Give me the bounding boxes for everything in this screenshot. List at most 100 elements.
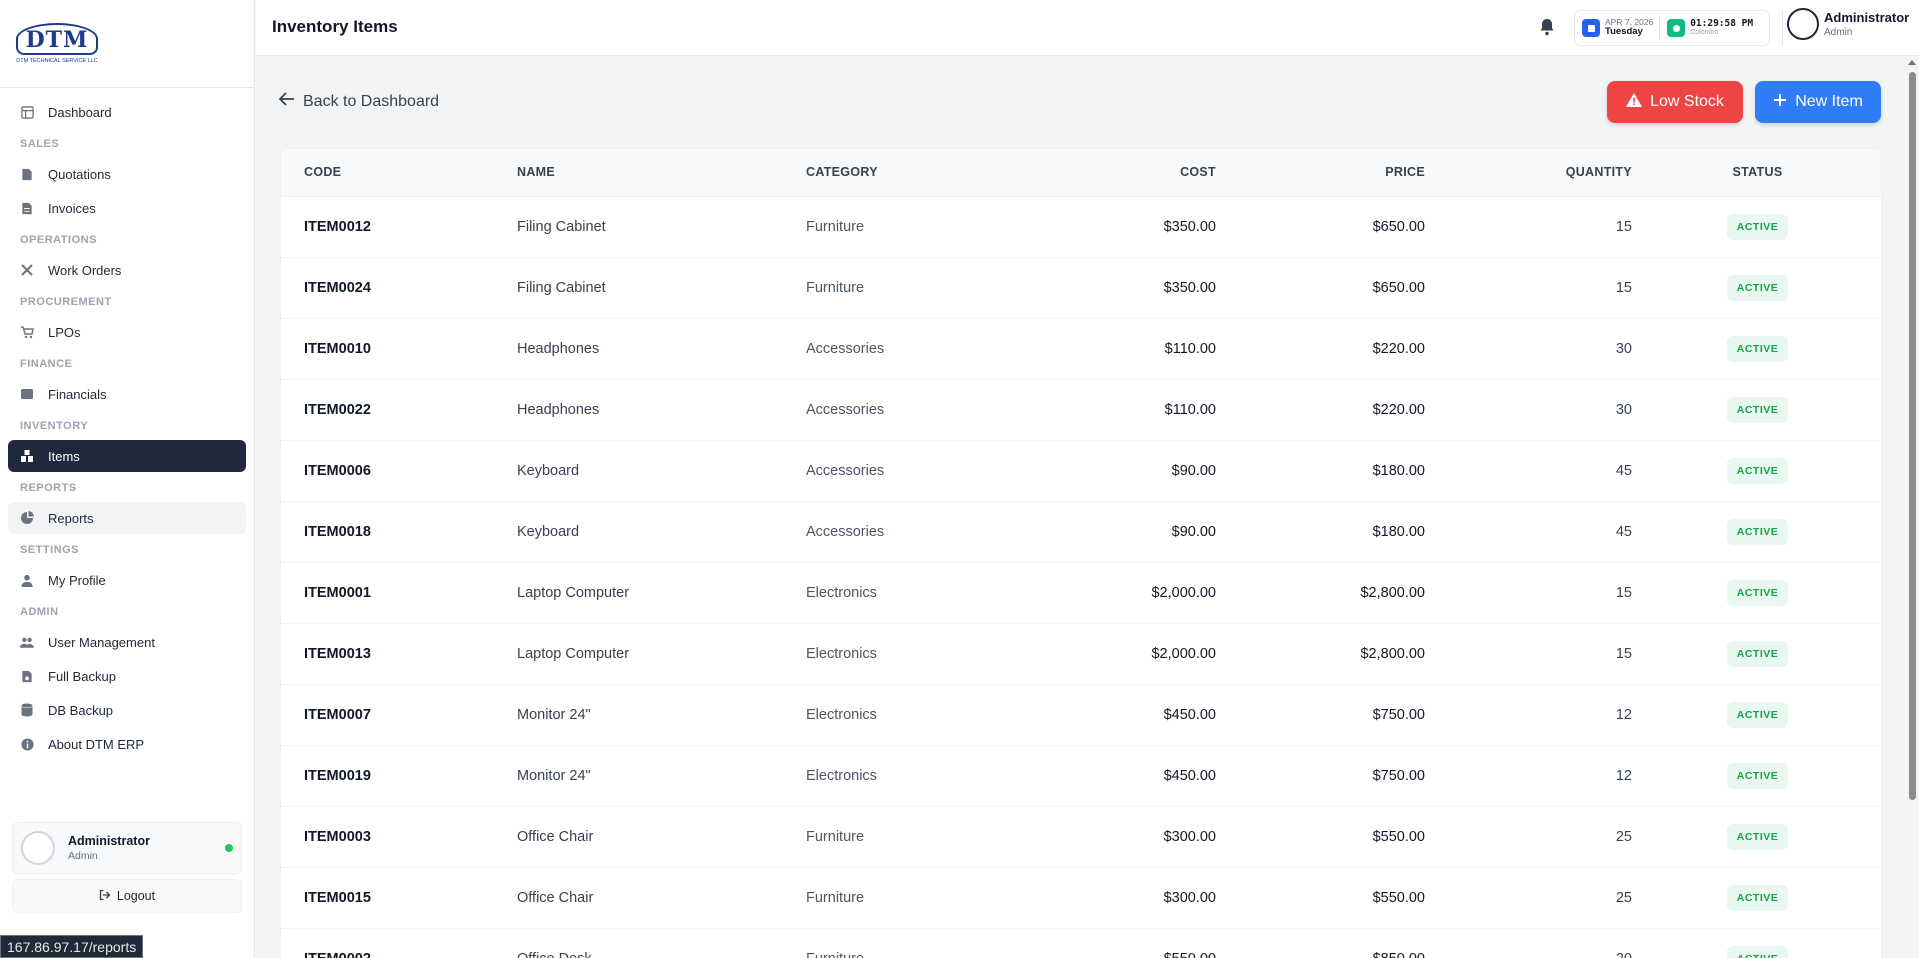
sidebar-section-inventory: INVENTORY (20, 420, 89, 432)
cell-quantity: 15 (1615, 218, 1632, 235)
sidebar-item-user-management[interactable]: User Management (8, 626, 246, 658)
column-header-cost[interactable]: COST (1038, 149, 1216, 197)
sidebar-section-admin: ADMIN (20, 606, 59, 618)
cell-cost: $450.00 (1163, 767, 1216, 784)
users-icon (20, 635, 34, 649)
online-status-dot (225, 844, 233, 852)
cell-price: $220.00 (1372, 401, 1425, 418)
column-header-category[interactable]: CATEGORY (806, 149, 1038, 197)
status-badge: ACTIVE (1726, 579, 1789, 606)
table-row[interactable]: ITEM0019 Monitor 24" Electronics $450.00 $75… (281, 745, 1881, 806)
current-time: 01:29:58 PM (1690, 17, 1754, 29)
table-row[interactable]: ITEM0018 Keyboard Accessories $90.00 $180.00… (281, 501, 1881, 562)
status-badge: ACTIVE (1726, 640, 1789, 667)
cell-code: ITEM0019 (304, 767, 371, 784)
bell-icon[interactable] (1539, 18, 1557, 36)
cell-status: ACTIVE (1632, 684, 1881, 745)
cell-code: ITEM0003 (304, 828, 371, 845)
sidebar-item-db-backup[interactable]: DB Backup (8, 694, 246, 726)
cell-cost: $90.00 (1171, 462, 1216, 479)
boxes-icon (20, 449, 34, 463)
cell-cost: $450.00 (1163, 706, 1216, 723)
column-header-price[interactable]: PRICE (1216, 149, 1425, 197)
sidebar-item-lpos[interactable]: LPOs (8, 316, 246, 348)
sidebar-item-my-profile[interactable]: My Profile (8, 564, 246, 596)
sidebar-item-label: Quotations (48, 166, 111, 182)
table-row[interactable]: ITEM0012 Filing Cabinet Furniture $350.00 $6… (281, 196, 1881, 257)
sidebar-item-financials[interactable]: Financials (8, 378, 246, 410)
status-badge: ACTIVE (1726, 335, 1789, 362)
low-stock-button[interactable]: Low Stock (1607, 81, 1743, 123)
divider (1782, 10, 1783, 46)
sidebar-user-name: Administrator (68, 834, 150, 848)
cell-price: $2,800.00 (1360, 584, 1425, 601)
date-time-widget: APR 7, 2026 Tuesday 01:29:58 PM Colombo (1574, 10, 1770, 46)
sidebar-item-dashboard[interactable]: Dashboard (8, 96, 246, 128)
new-item-button[interactable]: New Item (1755, 81, 1881, 123)
sidebar-item-label: Dashboard (48, 104, 112, 120)
table-header-row: CODE NAME CATEGORY COST PRICE QUANTITY S… (281, 149, 1881, 197)
table-row[interactable]: ITEM0001 Laptop Computer Electronics $2,000… (281, 562, 1881, 623)
wallet-icon (20, 387, 34, 401)
sidebar-section-operations: OPERATIONS (20, 234, 97, 246)
cell-name: Filing Cabinet (517, 279, 606, 296)
calendar-icon (1582, 19, 1600, 37)
tools-icon (20, 263, 34, 277)
table-row[interactable]: ITEM0006 Keyboard Accessories $90.00 $180.00… (281, 440, 1881, 501)
cell-name: Monitor 24" (517, 706, 591, 723)
sidebar-section-finance: FINANCE (20, 358, 73, 370)
header-user-menu[interactable]: Administrator Admin (1787, 8, 1909, 40)
sidebar-item-quotations[interactable]: Quotations (8, 158, 246, 190)
cell-cost: $110.00 (1164, 340, 1216, 357)
sidebar-item-full-backup[interactable]: Full Backup (8, 660, 246, 692)
cell-code: ITEM0018 (304, 523, 371, 540)
pie-chart-icon (20, 511, 34, 525)
cell-status: ACTIVE (1632, 867, 1881, 928)
table-row[interactable]: ITEM0015 Office Chair Furniture $300.00 $550… (281, 867, 1881, 928)
logout-button[interactable]: Logout (12, 879, 242, 913)
back-link-label: Back to Dashboard (303, 92, 440, 110)
column-header-code[interactable]: CODE (281, 149, 517, 197)
scrollbar-thumb[interactable] (1909, 72, 1916, 800)
table-row[interactable]: ITEM0024 Filing Cabinet Furniture $350.00 $6… (281, 257, 1881, 318)
column-header-quantity[interactable]: QUANTITY (1425, 149, 1632, 197)
sidebar-item-label: My Profile (48, 572, 106, 588)
header-user-name: Administrator (1824, 10, 1910, 25)
cell-price: $550.00 (1372, 889, 1425, 906)
info-icon (20, 737, 34, 751)
sidebar-item-invoices[interactable]: Invoices (8, 192, 246, 224)
cell-price: $750.00 (1372, 706, 1425, 723)
status-badge: ACTIVE (1726, 213, 1789, 240)
column-header-name[interactable]: NAME (517, 149, 806, 197)
sidebar-item-label: Reports (48, 510, 94, 526)
company-logo[interactable]: DTM DTM TECHNICAL SERVICE LLC (15, 18, 99, 70)
status-badge: ACTIVE (1726, 274, 1789, 301)
table-row[interactable]: ITEM0013 Laptop Computer Electronics $2,000… (281, 623, 1881, 684)
cell-status: ACTIVE (1632, 196, 1881, 257)
table-row[interactable]: ITEM0010 Headphones Accessories $110.00 $220… (281, 318, 1881, 379)
sidebar: DTM DTM TECHNICAL SERVICE LLC Dashboard S… (0, 0, 255, 958)
sidebar-user-card[interactable]: Administrator Admin (12, 822, 242, 874)
sidebar-item-reports[interactable]: Reports (8, 502, 246, 534)
warning-icon (1626, 92, 1643, 112)
status-badge: ACTIVE (1726, 945, 1789, 958)
cell-code: ITEM0012 (304, 218, 371, 235)
cell-price: $850.00 (1216, 928, 1425, 958)
grid-icon (20, 105, 34, 119)
cell-name: Laptop Computer (517, 584, 630, 601)
scroll-up-icon[interactable] (1908, 60, 1916, 65)
table-row[interactable]: ITEM0022 Headphones Accessories $110.00 $220… (281, 379, 1881, 440)
column-header-status[interactable]: STATUS (1632, 149, 1881, 197)
cell-category: Furniture (806, 889, 865, 906)
cell-code: ITEM0013 (304, 645, 371, 662)
table-row[interactable]: ITEM0002Office DeskFurniture$550.00$850.… (281, 928, 1881, 958)
table-row[interactable]: ITEM0003 Office Chair Furniture $300.00 $550… (281, 806, 1881, 867)
cell-price: $650.00 (1372, 279, 1425, 296)
invoice-icon (20, 201, 34, 215)
sidebar-item-about-dtm-erp[interactable]: About DTM ERP (8, 728, 246, 760)
back-to-dashboard-link[interactable]: Back to Dashboard (278, 92, 440, 111)
sidebar-item-work-orders[interactable]: Work Orders (8, 254, 246, 286)
cell-quantity: 15 (1615, 584, 1632, 601)
sidebar-item-items[interactable]: Items (8, 440, 246, 472)
table-row[interactable]: ITEM0007 Monitor 24" Electronics $450.00 $75… (281, 684, 1881, 745)
